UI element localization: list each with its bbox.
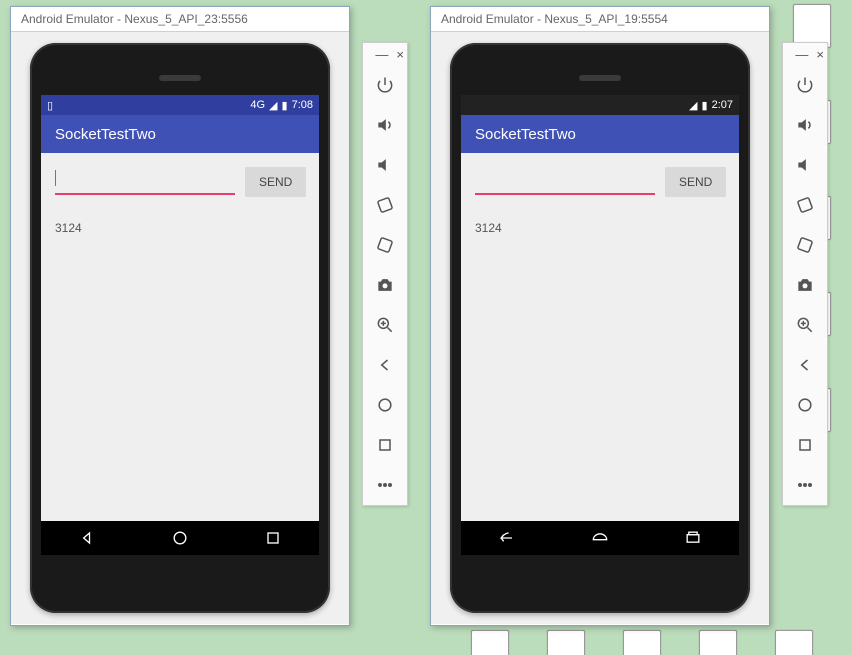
volume-down-icon[interactable]	[365, 145, 405, 185]
phone-frame: ◢ ▮ 2:07 SocketTestTwo SEND 3124	[450, 43, 750, 613]
camera-icon[interactable]	[365, 265, 405, 305]
status-time: 2:07	[712, 99, 733, 111]
app-body: SEND 3124	[461, 153, 739, 555]
camera-icon[interactable]	[785, 265, 825, 305]
text-cursor	[55, 170, 56, 186]
result-text: 3124	[55, 221, 305, 235]
signal-icon: ◢	[689, 99, 697, 112]
volume-up-icon[interactable]	[365, 105, 405, 145]
back-icon[interactable]	[785, 345, 825, 385]
toolbar-minimize-button[interactable]: —	[375, 47, 388, 62]
phone-speaker	[579, 75, 621, 81]
send-button[interactable]: SEND	[665, 167, 726, 197]
more-icon[interactable]	[365, 465, 405, 505]
home-icon[interactable]	[785, 385, 825, 425]
desktop-icon[interactable]	[622, 630, 662, 655]
message-input[interactable]	[55, 169, 235, 195]
nav-home-button[interactable]	[170, 528, 190, 548]
zoom-icon[interactable]	[365, 305, 405, 345]
rotate-left-icon[interactable]	[365, 185, 405, 225]
result-text: 3124	[475, 221, 725, 235]
app-action-bar: SocketTestTwo	[41, 115, 319, 153]
overview-icon[interactable]	[365, 425, 405, 465]
nav-overview-button[interactable]	[683, 528, 703, 548]
volume-down-icon[interactable]	[785, 145, 825, 185]
phone-screen: ◢ ▮ 2:07 SocketTestTwo SEND 3124	[461, 95, 739, 555]
overview-icon[interactable]	[785, 425, 825, 465]
back-icon[interactable]	[365, 345, 405, 385]
battery-icon: ▮	[282, 99, 288, 112]
phone-frame: ▯ 4G ◢ ▮ 7:08 SocketTestTwo	[30, 43, 330, 613]
emulator-toolbar-left: — ×	[362, 42, 408, 506]
app-action-bar: SocketTestTwo	[461, 115, 739, 153]
toolbar-minimize-button[interactable]: —	[795, 47, 808, 62]
app-title: SocketTestTwo	[55, 126, 156, 143]
status-network-label: 4G	[250, 99, 265, 111]
volume-up-icon[interactable]	[785, 105, 825, 145]
zoom-icon[interactable]	[785, 305, 825, 345]
status-time: 7:08	[292, 99, 313, 111]
power-icon[interactable]	[785, 65, 825, 105]
status-bar: ▯ 4G ◢ ▮ 7:08	[41, 95, 319, 115]
window-title: Android Emulator - Nexus_5_API_23:5556	[11, 7, 349, 32]
nav-home-button[interactable]	[590, 528, 610, 548]
desktop-icon[interactable]	[774, 630, 814, 655]
status-left-icon: ▯	[47, 99, 53, 112]
emulator-window-left: Android Emulator - Nexus_5_API_23:5556 ▯…	[10, 6, 350, 626]
message-input[interactable]	[475, 169, 655, 195]
app-title: SocketTestTwo	[475, 126, 576, 143]
toolbar-close-button[interactable]: ×	[816, 47, 824, 62]
rotate-right-icon[interactable]	[365, 225, 405, 265]
status-bar: ◢ ▮ 2:07	[461, 95, 739, 115]
toolbar-close-button[interactable]: ×	[396, 47, 404, 62]
send-button[interactable]: SEND	[245, 167, 306, 197]
desktop-icon[interactable]	[698, 630, 738, 655]
signal-icon: ◢	[269, 99, 277, 112]
rotate-right-icon[interactable]	[785, 225, 825, 265]
power-icon[interactable]	[365, 65, 405, 105]
nav-overview-button[interactable]	[263, 528, 283, 548]
window-title: Android Emulator - Nexus_5_API_19:5554	[431, 7, 769, 32]
emulator-window-right: Android Emulator - Nexus_5_API_19:5554 ◢…	[430, 6, 770, 626]
nav-back-button[interactable]	[497, 528, 517, 548]
app-body: SEND 3124	[41, 153, 319, 555]
desktop-icon[interactable]	[546, 630, 586, 655]
home-icon[interactable]	[365, 385, 405, 425]
desktop-icon[interactable]	[470, 630, 510, 655]
phone-speaker	[159, 75, 201, 81]
battery-icon: ▮	[702, 99, 708, 112]
rotate-left-icon[interactable]	[785, 185, 825, 225]
more-icon[interactable]	[785, 465, 825, 505]
emulator-toolbar-right: — ×	[782, 42, 828, 506]
nav-back-button[interactable]	[77, 528, 97, 548]
phone-screen: ▯ 4G ◢ ▮ 7:08 SocketTestTwo	[41, 95, 319, 555]
